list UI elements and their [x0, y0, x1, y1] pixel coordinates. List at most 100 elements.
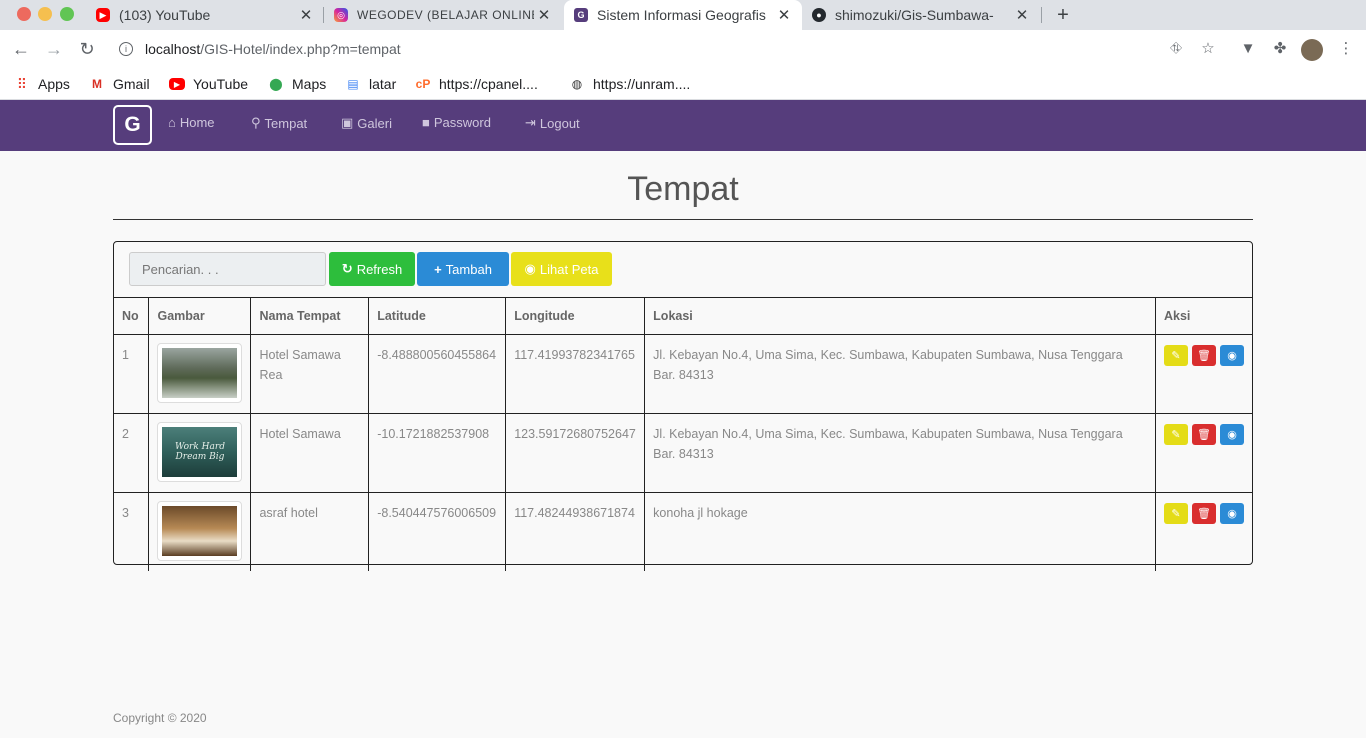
edit-icon[interactable]: ✎: [1164, 503, 1188, 524]
maximize-window-dot[interactable]: [60, 7, 74, 21]
address-bar[interactable]: i localhost/GIS-Hotel/index.php?m=tempat: [115, 39, 401, 59]
poster-text: Work Hard Dream Big: [175, 442, 225, 462]
bookmark-unram[interactable]: ◍ https://unram....: [569, 72, 691, 96]
eye-icon[interactable]: ◉: [1220, 345, 1244, 366]
nav-label: Galeri: [357, 115, 392, 131]
table-header-row: No Gambar Nama Tempat Latitude Longitude…: [114, 297, 1252, 335]
bookmark-cpanel[interactable]: cP https://cpanel....: [415, 72, 538, 96]
nav-logout[interactable]: ⇥ Logout: [525, 115, 580, 131]
nav-galeri[interactable]: ▣ Galeri: [341, 115, 392, 131]
browser-tab-youtube[interactable]: ▶ (103) YouTube ✕: [90, 0, 322, 30]
translate-icon[interactable]: ⛗: [1166, 39, 1186, 59]
reload-icon[interactable]: ↻: [76, 38, 98, 60]
place-thumbnail[interactable]: [157, 343, 243, 403]
trash-icon[interactable]: 🗑: [1192, 345, 1216, 366]
col-lokasi: Lokasi: [644, 297, 1156, 335]
minimize-window-dot[interactable]: [38, 7, 52, 21]
github-icon: ●: [812, 8, 826, 22]
nav-label: Logout: [539, 115, 580, 131]
nav-tempat[interactable]: ⚲ Tempat: [251, 115, 307, 131]
eye-icon[interactable]: ◉: [1220, 424, 1244, 445]
row-nama: asraf hotel: [250, 492, 369, 571]
hotel-photo-image: [162, 348, 238, 398]
bookmark-maps[interactable]: ⬤ Maps: [268, 72, 326, 96]
row-thumb-cell: [148, 334, 251, 414]
nav-label: Home: [179, 115, 215, 130]
bookmark-gmail[interactable]: M Gmail: [89, 72, 150, 96]
picture-icon: ▣: [341, 115, 354, 130]
back-arrow-icon[interactable]: ←: [10, 38, 32, 60]
browser-toolbar: ← → ↻ i localhost/GIS-Hotel/index.php?m=…: [0, 30, 1366, 68]
nav-label: Tempat: [264, 115, 308, 131]
edit-icon[interactable]: ✎: [1164, 424, 1188, 445]
button-label: Tambah: [445, 261, 492, 277]
row-lokasi: Jl. Kebayan No.4, Uma Sima, Kec. Sumbawa…: [644, 334, 1156, 414]
menu-kebab-icon[interactable]: ⋮: [1336, 39, 1356, 59]
gmail-icon: M: [92, 77, 102, 91]
bookmark-apps[interactable]: ⠿ Apps: [14, 72, 70, 96]
close-icon[interactable]: ✕: [1012, 6, 1032, 24]
bookmark-star-icon[interactable]: ☆: [1198, 39, 1218, 59]
extension-v-icon[interactable]: ▼: [1238, 39, 1258, 59]
browser-tab-sig[interactable]: G Sistem Informasi Geografis ✕: [564, 0, 802, 30]
browser-tab-github[interactable]: ● shimozuki/Gis-Sumbawa- ✕: [806, 0, 1038, 30]
row-lokasi: konoha jl hokage: [644, 492, 1156, 571]
profile-avatar-icon[interactable]: [1301, 39, 1323, 61]
brand-logo[interactable]: G: [113, 105, 152, 145]
plus-icon: +: [434, 261, 442, 277]
trash-icon[interactable]: 🗑: [1192, 424, 1216, 445]
col-longitude: Longitude: [505, 297, 645, 335]
row-nama: Hotel Samawa Rea: [250, 334, 369, 414]
puzzle-extensions-icon[interactable]: ✤: [1270, 39, 1290, 59]
view-map-button[interactable]: ◉ Lihat Peta: [511, 252, 612, 286]
row-actions: ✎ 🗑 ◉: [1155, 334, 1252, 414]
eye-icon[interactable]: ◉: [1220, 503, 1244, 524]
close-icon[interactable]: ✕: [534, 6, 554, 24]
row-thumb-cell: Work Hard Dream Big: [148, 413, 251, 493]
row-lat: -10.1721882537908: [368, 413, 506, 493]
close-icon[interactable]: ✕: [774, 6, 794, 24]
page-title: Tempat: [627, 170, 739, 208]
tab-title: WEGODEV (BELAJAR ONLINE: [357, 8, 534, 22]
nav-password[interactable]: ■ Password: [422, 115, 491, 130]
bookmark-youtube[interactable]: ▶ YouTube: [169, 72, 248, 96]
row-lng: 117.41993782341765: [505, 334, 645, 414]
nav-home[interactable]: ⌂ Home: [168, 115, 215, 130]
row-lokasi: Jl. Kebayan No.4, Uma Sima, Kec. Sumbawa…: [644, 413, 1156, 493]
row-lng: 123.59172680752647: [505, 413, 645, 493]
row-nama: Hotel Samawa: [250, 413, 369, 493]
search-input[interactable]: Pencarian. . .: [129, 252, 326, 286]
bookmark-label: https://unram....: [593, 76, 691, 92]
col-latitude: Latitude: [368, 297, 506, 335]
edit-icon[interactable]: ✎: [1164, 345, 1188, 366]
bookmark-label: Apps: [38, 76, 70, 92]
browser-tab-instagram[interactable]: ◎ WEGODEV (BELAJAR ONLINE ✕: [328, 0, 560, 30]
lock-icon: ■: [422, 115, 430, 130]
row-no: 2: [114, 413, 149, 493]
refresh-icon: ↻: [341, 261, 353, 276]
motivational-poster-image: Work Hard Dream Big: [162, 427, 238, 477]
table-row: 3 asraf hotel -8.540447576006509 117.482…: [114, 492, 1252, 571]
refresh-button[interactable]: ↻ Refresh: [329, 252, 415, 286]
place-thumbnail[interactable]: [157, 501, 243, 561]
close-window-dot[interactable]: [17, 7, 31, 21]
add-button[interactable]: + Tambah: [417, 252, 509, 286]
app-navbar: G ⌂ Home ⚲ Tempat ▣ Galeri ■ Password ⇥ Logou…: [0, 100, 1366, 151]
place-thumbnail[interactable]: Work Hard Dream Big: [157, 422, 243, 482]
close-icon[interactable]: ✕: [296, 6, 316, 24]
apps-grid-icon: ⠿: [16, 75, 28, 92]
youtube-icon: ▶: [169, 78, 185, 90]
row-thumb-cell: [148, 492, 251, 571]
trash-icon[interactable]: 🗑: [1192, 503, 1216, 524]
row-no: 1: [114, 334, 149, 414]
row-no: 3: [122, 506, 129, 520]
instagram-icon: ◎: [334, 8, 348, 22]
youtube-icon: ▶: [96, 8, 110, 22]
info-icon[interactable]: i: [119, 42, 133, 56]
table-row: 1 Hotel Samawa Rea -8.488800560455864 11…: [114, 334, 1252, 414]
bookmark-latar[interactable]: ▤ latar: [345, 72, 396, 96]
tab-title: Sistem Informasi Geografis: [597, 7, 766, 23]
hotel-room-image: [162, 506, 238, 556]
forward-arrow-icon[interactable]: →: [43, 38, 65, 60]
new-tab-button[interactable]: +: [1052, 0, 1074, 30]
